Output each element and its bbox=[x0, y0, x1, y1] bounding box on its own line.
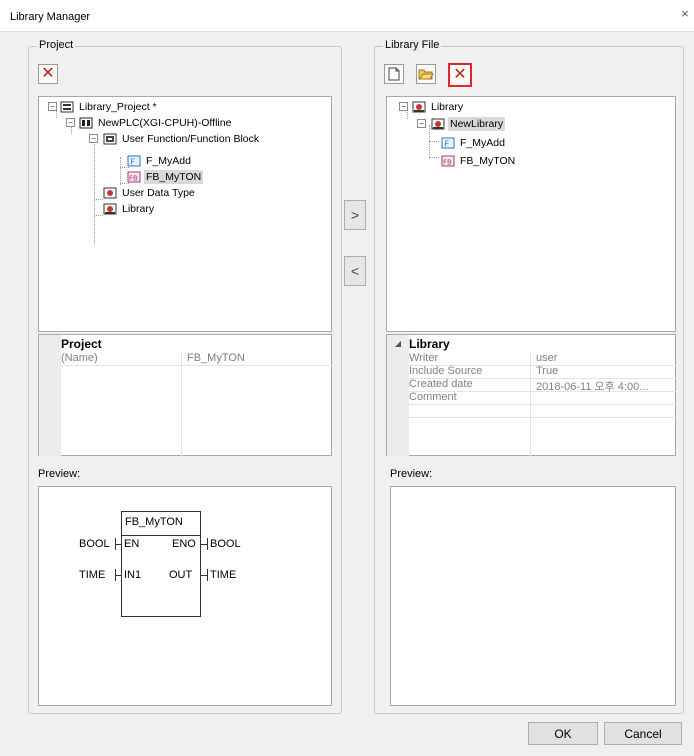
cancel-label: Cancel bbox=[624, 726, 662, 741]
delete-icon: ✕ bbox=[41, 65, 55, 82]
project-icon bbox=[60, 101, 74, 113]
prop-key: Created date bbox=[409, 378, 473, 390]
new-file-icon bbox=[388, 67, 400, 81]
svg-text:FB: FB bbox=[129, 175, 138, 183]
project-tree[interactable]: − Library_Project * − NewPLC(XGI-CPUH)-O… bbox=[38, 96, 332, 332]
prop-value: user bbox=[536, 352, 558, 364]
tree-label: Library bbox=[431, 101, 464, 113]
window-title: Library Manager bbox=[10, 11, 91, 23]
tree-node-fb-myton[interactable]: FB FB_MyTON bbox=[441, 153, 517, 169]
project-delete-button[interactable]: ✕ bbox=[38, 64, 58, 84]
svg-text:F: F bbox=[445, 140, 450, 149]
tree-expander[interactable]: − bbox=[48, 102, 57, 111]
prop-key: Include Source bbox=[409, 365, 483, 377]
svg-text:F: F bbox=[131, 158, 136, 167]
function-block-icon: FB bbox=[441, 155, 455, 167]
fb-name: FB_MyTON bbox=[125, 516, 183, 528]
tree-label: Library bbox=[122, 203, 155, 215]
tree-node-plc[interactable]: NewPLC(XGI-CPUH)-Offline bbox=[79, 115, 233, 131]
open-folder-icon bbox=[418, 69, 434, 80]
tree-label: User Data Type bbox=[122, 187, 195, 199]
prop-key: Comment bbox=[409, 391, 457, 403]
chevron-right-icon: > bbox=[350, 207, 360, 223]
prop-row-comment[interactable]: Comment bbox=[387, 391, 676, 404]
prop-category-label: Project bbox=[61, 336, 102, 351]
fb-out-pin: OUT bbox=[169, 569, 193, 581]
cancel-button[interactable]: Cancel bbox=[604, 722, 682, 745]
tree-label: Library_Project * bbox=[79, 101, 157, 113]
fb-out-type: TIME bbox=[210, 569, 237, 581]
tree-node-folder[interactable]: User Function/Function Block bbox=[103, 131, 261, 147]
project-preview: FB_MyTON BOOL EN ENO BOOL TIME IN1 OUT T… bbox=[38, 486, 332, 706]
tree-label: User Function/Function Block bbox=[122, 133, 260, 145]
tree-node-library-root[interactable]: Library bbox=[412, 99, 465, 115]
function-icon: F bbox=[441, 137, 455, 149]
prop-key: Writer bbox=[409, 352, 439, 364]
project-properties: ◢ Project (Name) FB_MyTON bbox=[38, 334, 332, 457]
user-data-type-icon bbox=[103, 187, 117, 199]
fb-in-pin: IN1 bbox=[124, 569, 142, 581]
project-preview-label: Preview: bbox=[38, 468, 81, 480]
folder-icon bbox=[103, 133, 117, 145]
function-block-icon: FB bbox=[127, 171, 141, 183]
fb-in-type: BOOL bbox=[79, 538, 110, 550]
close-icon[interactable]: × bbox=[676, 4, 694, 24]
prop-row-include-source[interactable]: Include Source True bbox=[387, 365, 676, 378]
library-group-label: Library File bbox=[383, 39, 442, 51]
library-icon bbox=[431, 118, 445, 130]
fb-in-type: TIME bbox=[79, 569, 106, 581]
tree-expander[interactable]: − bbox=[399, 102, 408, 111]
library-tree[interactable]: − Library − NewLibrary F F_MyAdd FB FB_M… bbox=[386, 96, 676, 332]
fb-in-pin: EN bbox=[124, 538, 140, 550]
tree-label: FB_MyTON bbox=[144, 170, 204, 184]
delete-library-button[interactable]: ✕ bbox=[448, 63, 472, 87]
prop-row-writer[interactable]: Writer user bbox=[387, 352, 676, 365]
tree-node-user-data-type[interactable]: User Data Type bbox=[103, 185, 197, 201]
ok-label: OK bbox=[554, 726, 572, 741]
open-library-button[interactable] bbox=[416, 64, 436, 84]
ok-button[interactable]: OK bbox=[528, 722, 598, 745]
library-preview-label: Preview: bbox=[390, 468, 433, 480]
tree-label: NewPLC(XGI-CPUH)-Offline bbox=[98, 117, 232, 129]
tree-label: FB_MyTON bbox=[460, 155, 516, 167]
prop-value: FB_MyTON bbox=[187, 352, 245, 364]
tree-node-fb-myton[interactable]: FB FB_MyTON bbox=[127, 169, 204, 185]
chevron-left-icon: < bbox=[350, 263, 360, 279]
tree-node-newlibrary[interactable]: NewLibrary bbox=[431, 116, 506, 132]
library-icon bbox=[103, 203, 117, 215]
library-preview bbox=[390, 486, 676, 706]
library-icon bbox=[412, 101, 426, 113]
tree-node-f-myadd[interactable]: F F_MyAdd bbox=[441, 135, 507, 151]
svg-text:FB: FB bbox=[443, 159, 452, 167]
collapse-triangle-icon: ◢ bbox=[394, 339, 402, 348]
delete-icon: ✕ bbox=[453, 66, 467, 83]
function-icon: F bbox=[127, 155, 141, 167]
prop-key: (Name) bbox=[61, 352, 98, 364]
tree-label: F_MyAdd bbox=[146, 155, 191, 167]
tree-label: NewLibrary bbox=[448, 117, 506, 131]
tree-expander[interactable]: − bbox=[66, 118, 75, 127]
title-bar: Library Manager × bbox=[0, 0, 694, 32]
add-to-library-button[interactable]: > bbox=[344, 200, 366, 230]
tree-label: F_MyAdd bbox=[460, 137, 505, 149]
prop-row[interactable]: (Name) FB_MyTON bbox=[39, 352, 332, 365]
remove-from-library-button[interactable]: < bbox=[344, 256, 366, 286]
library-properties: ◢ Library Writer user Include Source Tru… bbox=[386, 334, 676, 457]
prop-value: True bbox=[536, 365, 559, 377]
project-group-label: Project bbox=[37, 39, 76, 51]
new-library-button[interactable] bbox=[384, 64, 404, 84]
tree-node-library[interactable]: Library bbox=[103, 201, 156, 217]
tree-expander[interactable]: − bbox=[89, 134, 98, 143]
fb-out-type: BOOL bbox=[210, 538, 241, 550]
tree-expander[interactable]: − bbox=[417, 119, 426, 128]
tree-node-project-root[interactable]: Library_Project * bbox=[60, 99, 159, 115]
tree-node-f-myadd[interactable]: F F_MyAdd bbox=[127, 153, 193, 169]
prop-category[interactable]: ◢ Library bbox=[387, 335, 450, 352]
prop-category-label: Library bbox=[409, 336, 450, 351]
fb-out-pin: ENO bbox=[172, 538, 196, 550]
prop-row-created-date[interactable]: Created date 2018-06-11 오후 4:00... bbox=[387, 378, 676, 393]
plc-icon bbox=[79, 117, 93, 129]
